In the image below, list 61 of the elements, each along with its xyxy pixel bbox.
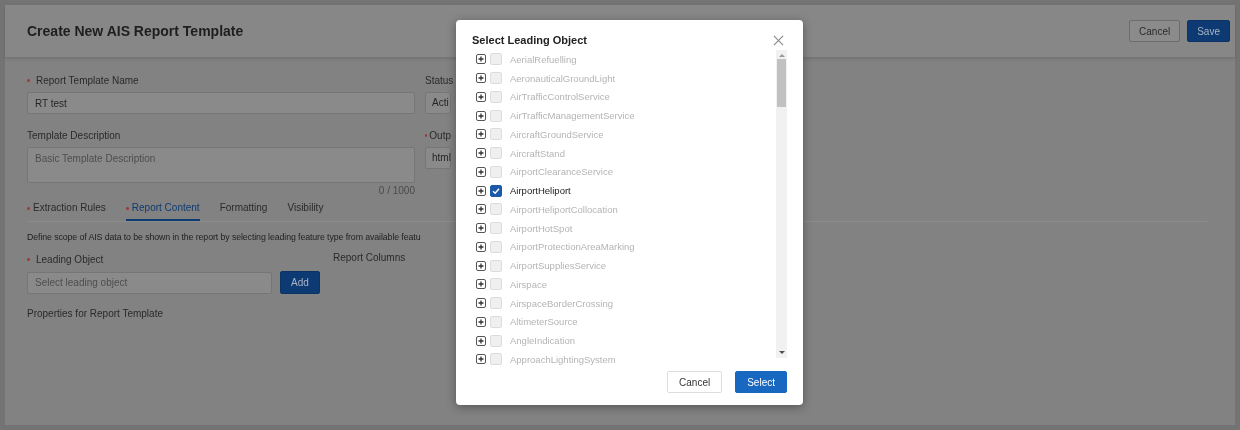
tab[interactable]: Visibility: [287, 198, 324, 221]
tree-item-label[interactable]: ApproachLightingSystem: [510, 353, 616, 365]
expand-icon[interactable]: [476, 73, 486, 84]
expand-icon[interactable]: [476, 148, 486, 159]
description-input-field[interactable]: Basic Template Description: [27, 147, 415, 183]
expand-icon[interactable]: [476, 354, 486, 365]
tree-item-label[interactable]: AirportHotSpot: [510, 222, 573, 234]
tree-item-label[interactable]: AirportHeliportCollocation: [510, 203, 618, 215]
expand-icon[interactable]: [476, 129, 486, 140]
header-button[interactable]: Cancel: [1129, 20, 1181, 42]
properties-label: Properties for Report Template: [27, 308, 164, 319]
expand-icon[interactable]: [476, 223, 486, 234]
expand-icon[interactable]: [476, 279, 486, 290]
field-label: Status: [425, 74, 454, 86]
leading-object-input-field[interactable]: Select leading object: [27, 271, 272, 294]
dialog-button[interactable]: Cancel: [667, 371, 723, 393]
field-label: Leading Object: [36, 253, 104, 265]
tab[interactable]: Report Content: [125, 198, 200, 221]
expand-icon[interactable]: [476, 204, 486, 215]
status-select-field[interactable]: Acti: [425, 92, 451, 114]
expand-icon[interactable]: [476, 298, 486, 309]
expand-icon[interactable]: [476, 260, 486, 271]
report-columns-label: Report Columns: [333, 252, 406, 265]
header-button[interactable]: Save: [1187, 20, 1230, 42]
output-select-field[interactable]: html: [425, 147, 451, 169]
expand-icon[interactable]: [476, 241, 486, 252]
tree-item-label[interactable]: AeronauticalGroundLight: [510, 72, 616, 84]
tree-item-label[interactable]: AirportHeliport: [510, 185, 571, 197]
expand-icon[interactable]: [476, 185, 486, 196]
name-input-field[interactable]: RT test: [27, 92, 415, 114]
tree-item-label[interactable]: AngleIndication: [510, 335, 575, 347]
tree-item-label[interactable]: AerialRefuelling: [510, 53, 577, 65]
field-label: Template Description: [27, 129, 121, 141]
tree-item-label[interactable]: AirTrafficControlService: [510, 91, 610, 103]
dialog-button[interactable]: Select: [735, 371, 787, 393]
intro-text: Define scope of AIS data to be shown in the report by selecting leading feature type from available featu: [27, 232, 422, 242]
dialog-title: Select Leading Object: [472, 34, 587, 46]
tab[interactable]: Formatting: [219, 198, 268, 221]
field-label: Outp: [429, 129, 451, 141]
expand-icon[interactable]: [476, 91, 486, 102]
tree-item-label[interactable]: Airspace: [510, 278, 547, 290]
expand-icon[interactable]: [476, 54, 486, 65]
tree-item-label[interactable]: AircraftGroundService: [510, 128, 604, 140]
add-button[interactable]: Add: [280, 271, 320, 294]
tree-item-label[interactable]: AirportProtectionAreaMarking: [510, 241, 635, 253]
expand-icon[interactable]: [476, 316, 486, 327]
expand-icon[interactable]: [476, 166, 486, 177]
tree-item-label[interactable]: AirportClearanceService: [510, 166, 613, 178]
tree-item-label[interactable]: AirportSuppliesService: [510, 260, 607, 272]
checkbox[interactable]: [490, 184, 502, 197]
tab[interactable]: Extraction Rules: [27, 198, 106, 221]
tree-item-label[interactable]: AirTrafficManagementService: [510, 110, 635, 122]
tree-item-label[interactable]: AltimeterSource: [510, 316, 578, 328]
scrollbar[interactable]: [776, 50, 787, 358]
page-title: Create New AIS Report Template: [27, 23, 244, 39]
field-label: Report Template Name: [36, 74, 139, 86]
expand-icon[interactable]: [476, 335, 486, 346]
close-icon[interactable]: [773, 34, 784, 46]
tree-item-label[interactable]: AirspaceBorderCrossing: [510, 297, 613, 309]
tree-item-label[interactable]: AircraftStand: [510, 147, 565, 159]
expand-icon[interactable]: [476, 110, 486, 121]
